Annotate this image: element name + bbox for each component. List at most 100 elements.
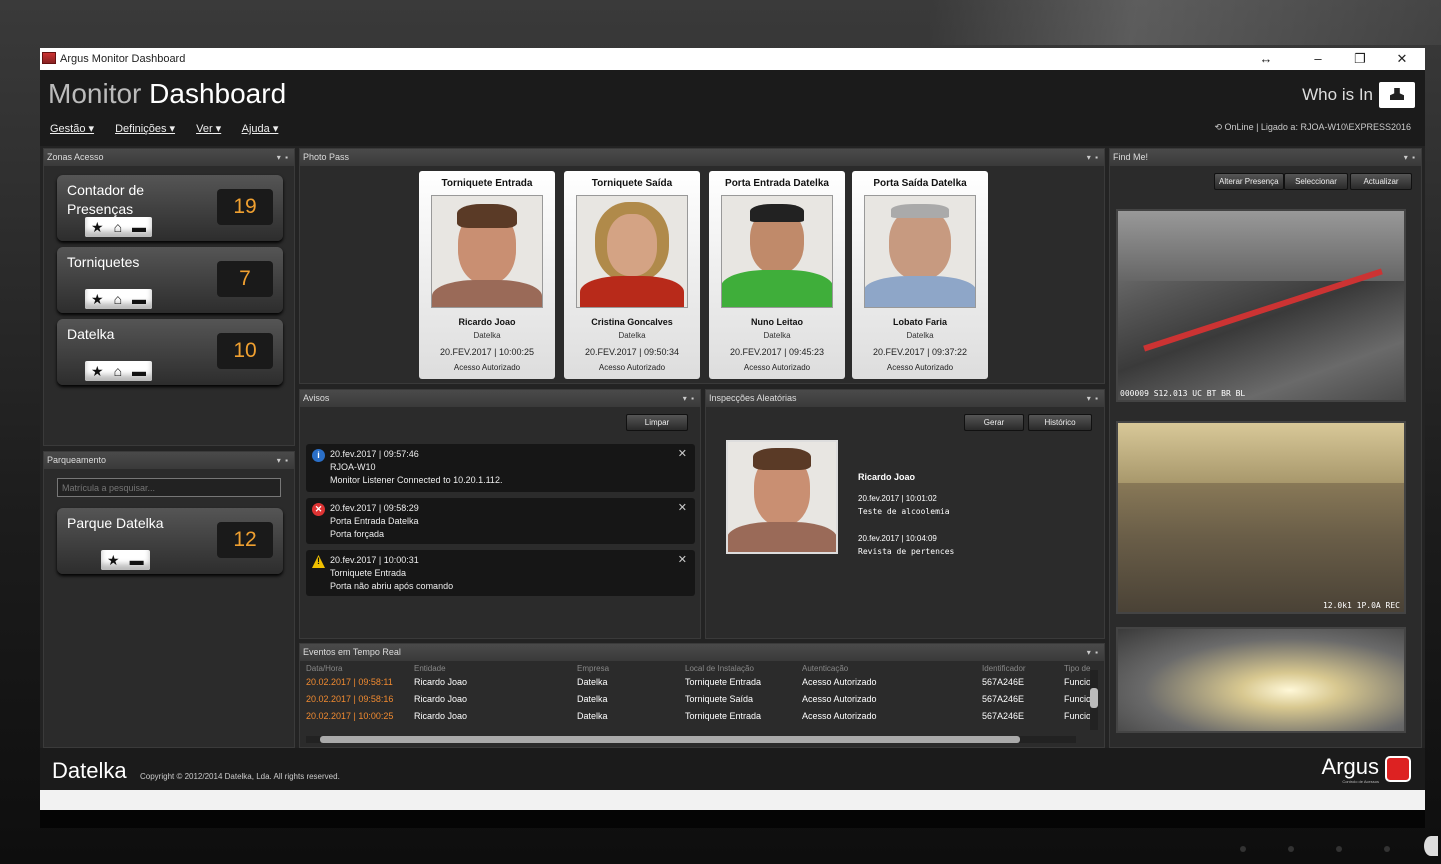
close-icon[interactable]: ✕ [678,448,687,461]
resize-icon[interactable]: ↔ [1251,50,1281,68]
camera-wall [1118,211,1404,281]
maximize-button[interactable]: ❐ [1345,50,1375,68]
window-titlebar: Argus Monitor Dashboard ↔ – ❐ ✕ [40,48,1425,70]
panel-controls-icon[interactable]: ▾ ▪ [277,149,288,166]
shirt-shape [722,270,832,307]
panel-controls-icon[interactable]: ▾ ▪ [1087,644,1098,661]
menu-gestao[interactable]: Gestão ▾ [50,123,94,135]
brand-bold: Dashboard [149,78,287,109]
tile-torniquetes[interactable]: Torniquetes 7 ★ ⌂ ▬ [57,247,283,313]
alterar-presenca-button[interactable]: Alterar Presença [1214,173,1284,190]
panel-header: Find Me! ▾ ▪ [1110,149,1421,166]
column-header[interactable]: Empresa [577,664,685,673]
menu-label: Gestão [50,123,86,135]
minimize-button[interactable]: – [1303,50,1333,68]
tile-label: Contador de Presenças [67,182,145,217]
card-company: Datelka [906,331,934,340]
face-shape [889,208,951,280]
card-company: Datelka [763,331,791,340]
camera-feed[interactable]: 12.0k1 1P.0A REC [1116,421,1406,614]
plate-search-input[interactable] [57,478,281,497]
tile-contador-presencas[interactable]: Contador de Presenças 19 ★ ⌂ ▬ [57,175,283,241]
app-window: Argus Monitor Dashboard ↔ – ❐ ✕ Monitor … [40,48,1425,790]
briefcase-icon[interactable]: ▬ [132,363,146,379]
person-photo [576,195,688,308]
briefcase-icon[interactable]: ▬ [132,219,146,235]
photo-card[interactable]: Porta Saída Datelka Lobato Faria Datelka… [852,171,988,379]
home-icon[interactable]: ⌂ [114,363,122,379]
panel-header: Eventos em Tempo Real ▾ ▪ [300,644,1104,661]
camera-feed[interactable]: 000009 S12.013 UC BT BR BL [1116,209,1406,402]
connection-status: ⟲ OnLine | Ligado a: RJOA-W10\EXPRESS201… [1215,122,1412,133]
close-button[interactable]: ✕ [1387,50,1417,68]
tile-count: 7 [217,261,273,297]
card-datetime: 20.FEV.2017 | 09:45:23 [729,347,825,357]
inspection-desc: Teste de alcoolemia [858,507,950,516]
card-name: Nuno Leitao [751,317,803,327]
cell-identifier: 567A246E [982,710,1025,721]
table-header-row: Data/Hora Entidade Empresa Local de Inst… [306,664,1102,673]
close-icon[interactable]: ✕ [678,502,687,515]
photo-card[interactable]: Torniquete Saída Cristina Goncalves Date… [564,171,700,379]
vertical-scrollbar[interactable] [1090,670,1098,730]
column-header[interactable]: Data/Hora [306,664,414,673]
home-icon[interactable]: ⌂ [114,291,122,307]
star-icon[interactable]: ★ [107,552,120,569]
menu-ver[interactable]: Ver ▾ [196,123,221,135]
seleccionar-button[interactable]: Seleccionar [1284,173,1348,190]
menu-ajuda[interactable]: Ajuda ▾ [242,123,279,135]
person-photo [864,195,976,308]
panel-controls-icon[interactable]: ▾ ▪ [1087,390,1098,407]
column-header[interactable]: Entidade [414,664,577,673]
column-header[interactable]: Identificador [982,664,1064,673]
horizontal-scrollbar[interactable] [306,736,1076,743]
generate-button[interactable]: Gerar [964,414,1024,431]
scroll-thumb[interactable] [1090,688,1098,708]
menu-definicoes[interactable]: Definições ▾ [115,123,175,135]
card-status: Acesso Autorizado [886,363,954,372]
card-location: Porta Entrada Datelka [725,178,829,189]
photo-card[interactable]: Torniquete Entrada Ricardo Joao Datelka … [419,171,555,379]
panel-controls-icon[interactable]: ▾ ▪ [683,390,694,407]
close-icon[interactable]: ✕ [678,554,687,567]
tile-count: 12 [217,522,273,558]
photo-card[interactable]: Porta Entrada Datelka Nuno Leitao Datelk… [709,171,845,379]
tile-datelka[interactable]: Datelka 10 ★ ⌂ ▬ [57,319,283,385]
panel-header: Parqueamento ▾ ▪ [44,452,294,469]
tile-label: Torniquetes [67,254,140,270]
scroll-thumb[interactable] [320,736,1020,743]
briefcase-icon[interactable]: ▬ [130,552,144,568]
table-row[interactable]: 20.02.2017 | 10:00:25 Ricardo Joao Datel… [306,707,1102,724]
star-icon[interactable]: ★ [91,219,104,236]
panel-title: Avisos [303,393,330,403]
column-header[interactable]: Local de Instalação [685,664,802,673]
table-row[interactable]: 20.02.2017 | 09:58:16 Ricardo Joao Datel… [306,690,1102,707]
notice-line1: Porta Entrada Datelka [330,516,419,526]
history-button[interactable]: Histórico [1028,414,1092,431]
clear-button[interactable]: Limpar [626,414,688,431]
card-datetime: 20.FEV.2017 | 10:00:25 [439,347,535,357]
face-shape [607,214,657,276]
cell-company: Datelka [577,710,608,721]
tile-parque-datelka[interactable]: Parque Datelka 12 ★ ▬ [57,508,283,574]
star-icon[interactable]: ★ [91,363,104,380]
panel-controls-icon[interactable]: ▾ ▪ [1404,149,1415,166]
notice-time: 20.fev.2017 | 10:00:31 [330,555,419,565]
panel-controls-icon[interactable]: ▾ ▪ [1087,149,1098,166]
inspection-photo [726,440,838,554]
home-icon[interactable]: ⌂ [114,219,122,235]
panel-title: Inspecções Aleatórias [709,393,797,403]
monitor-bezel: Argus Monitor Dashboard ↔ – ❐ ✕ Monitor … [0,0,1441,864]
person-photo [431,195,543,308]
camera-feed[interactable] [1116,627,1406,733]
panel-header: Photo Pass ▾ ▪ [300,149,1104,166]
shirt-shape [728,522,836,552]
panel-controls-icon[interactable]: ▾ ▪ [277,452,288,469]
briefcase-icon[interactable]: ▬ [132,291,146,307]
column-header[interactable]: Autenticação [802,664,982,673]
actualizar-button[interactable]: Actualizar [1350,173,1412,190]
table-row[interactable]: 20.02.2017 | 09:58:11 Ricardo Joao Datel… [306,673,1102,690]
page-title: Monitor Dashboard [48,78,286,110]
who-is-in-button[interactable] [1379,82,1415,108]
star-icon[interactable]: ★ [91,291,104,308]
